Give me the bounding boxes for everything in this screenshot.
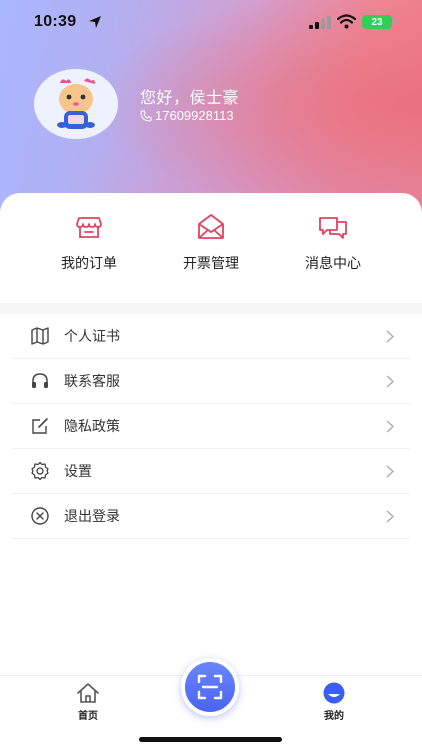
menu-item-customer-service[interactable]: 联系客服 [12, 359, 410, 404]
battery-tip [393, 19, 395, 25]
user-icon [323, 682, 345, 704]
tab-mine-label: 我的 [324, 711, 344, 722]
tab-mine[interactable]: 我的 [304, 682, 364, 722]
message-center-label: 消息中心 [305, 255, 361, 271]
menu-item-privacy-policy[interactable]: 隐私政策 [12, 404, 410, 449]
menu-label-certificates: 个人证书 [64, 328, 120, 344]
gear-icon [31, 461, 49, 481]
chat-icon [319, 217, 347, 239]
status-bar: 10:39 23 [0, 0, 422, 44]
chevron-right-icon [386, 420, 394, 433]
phone-number: 17609928113 [155, 108, 234, 123]
section-divider [0, 303, 422, 314]
menu-label-logout: 退出登录 [64, 508, 120, 524]
home-indicator [139, 737, 282, 742]
invoice-management-button[interactable]: 开票管理 [156, 211, 266, 291]
avatar[interactable] [34, 69, 118, 139]
phone-icon [140, 110, 152, 122]
invoice-management-label: 开票管理 [183, 255, 239, 271]
menu-item-settings[interactable]: 设置 [12, 449, 410, 494]
message-center-button[interactable]: 消息中心 [278, 211, 388, 291]
phone-row: 17609928113 [140, 108, 234, 123]
settings-menu: 个人证书 联系客服 隐私政策 设置 退出登录 [12, 314, 410, 539]
scan-button[interactable] [181, 658, 239, 716]
my-orders-button[interactable]: 我的订单 [34, 211, 144, 291]
chevron-right-icon [386, 510, 394, 523]
menu-label-customer-service: 联系客服 [64, 373, 120, 389]
signal-icon [309, 16, 331, 29]
menu-item-certificates[interactable]: 个人证书 [12, 314, 410, 359]
menu-label-privacy-policy: 隐私政策 [64, 418, 120, 434]
envelope-icon [198, 214, 224, 239]
wifi-icon [337, 14, 356, 29]
menu-item-logout[interactable]: 退出登录 [12, 494, 410, 539]
battery-indicator: 23 [362, 15, 392, 29]
scan-icon [197, 674, 223, 700]
status-time: 10:39 [34, 13, 77, 30]
greeting-text: 您好，侯士豪 [140, 90, 240, 107]
close-circle-icon [31, 507, 49, 525]
menu-label-settings: 设置 [64, 463, 92, 479]
quick-actions-card: 我的订单 开票管理 消息中心 [0, 193, 422, 303]
avatar-mascot-image [34, 69, 118, 139]
my-orders-label: 我的订单 [61, 255, 117, 271]
location-arrow-icon [89, 16, 101, 28]
edit-icon [32, 418, 48, 434]
chevron-right-icon [386, 465, 394, 478]
tab-home-label: 首页 [78, 711, 98, 722]
map-icon [31, 327, 49, 345]
store-icon [76, 217, 102, 238]
tab-home[interactable]: 首页 [58, 682, 118, 722]
chevron-right-icon [386, 375, 394, 388]
chevron-right-icon [386, 330, 394, 343]
home-icon [77, 683, 99, 703]
headphones-icon [32, 373, 48, 388]
